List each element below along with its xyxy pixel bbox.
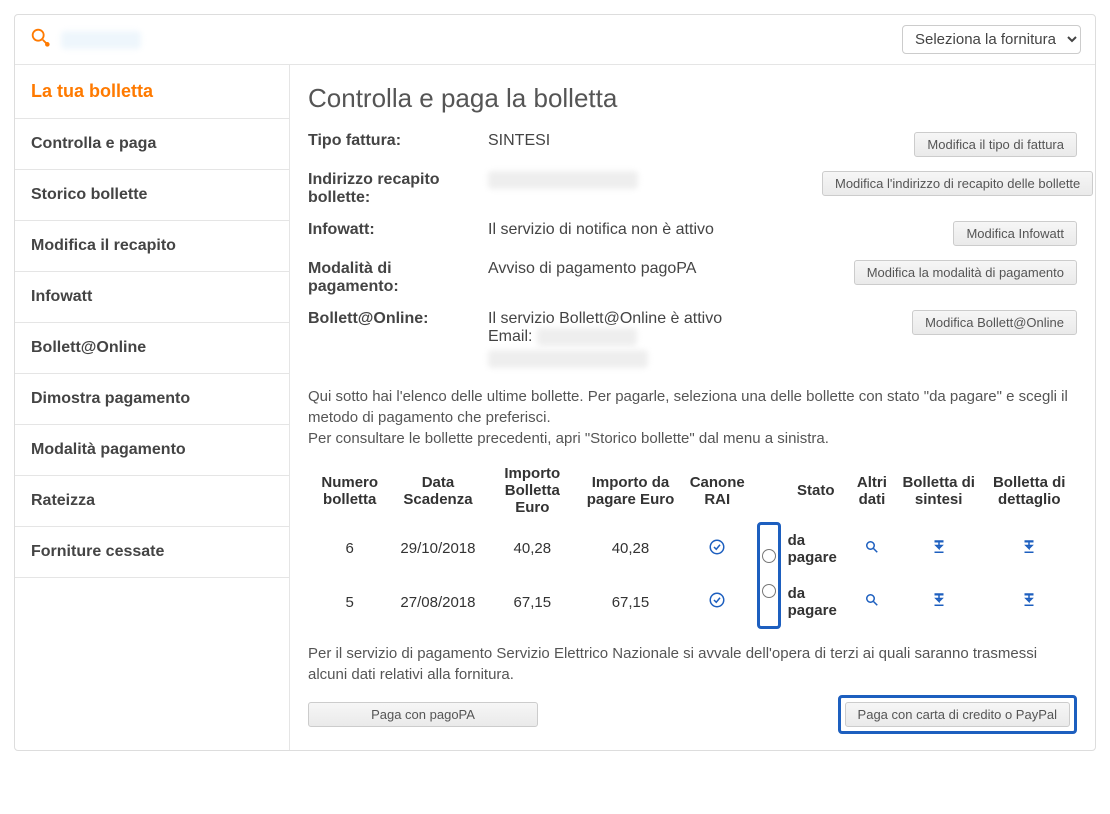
pay-card-highlight: Paga con carta di credito o PayPal [838,695,1077,734]
th-altri: Altri dati [848,459,896,522]
table-row: 6 29/10/2018 40,28 40,28 da pagare [308,522,1077,576]
download-summary-icon[interactable] [896,522,982,576]
main-content: Controlla e paga la bolletta Tipo fattur… [290,64,1095,750]
details-icon[interactable] [848,522,896,576]
th-numero: Numero bolletta [308,459,391,522]
label-modalita: Modalità di pagamento: [308,260,478,296]
cell-importo: 40,28 [485,522,581,576]
value-bollett-online: Il servizio Bollett@Online è attivo Emai… [488,310,812,368]
th-scadenza: Data Scadenza [391,459,484,522]
supply-select[interactable]: Seleziona la fornitura [902,25,1081,54]
value-infowatt: Il servizio di notifica non è attivo [488,221,812,239]
th-stato: Stato [784,459,848,522]
cell-da-pagare: 40,28 [580,522,681,576]
sidebar: La tua bolletta Controlla e paga Storico… [15,64,290,750]
sidebar-item-infowatt[interactable]: Infowatt [15,272,289,323]
sidebar-item-bollett-online[interactable]: Bollett@Online [15,323,289,374]
cell-scadenza: 27/08/2018 [391,576,484,630]
sidebar-item-modalita-pagamento[interactable]: Modalità pagamento [15,425,289,476]
label-infowatt: Infowatt: [308,221,478,239]
select-bill-radio[interactable] [762,549,776,563]
th-rai: Canone RAI [681,459,754,522]
sidebar-item-rateizza[interactable]: Rateizza [15,476,289,527]
cell-stato: da pagare [784,522,848,576]
label-tipo-fattura: Tipo fattura: [308,132,478,150]
download-summary-icon[interactable] [896,576,982,630]
page-title: Controlla e paga la bolletta [308,83,1077,114]
footer-note: Per il servizio di pagamento Servizio El… [308,643,1077,685]
sidebar-item-la-tua-bolletta[interactable]: La tua bolletta [15,65,289,119]
sidebar-item-forniture-cessate[interactable]: Forniture cessate [15,527,289,578]
sidebar-item-storico-bollette[interactable]: Storico bollette [15,170,289,221]
label-bollett-online: Bollett@Online: [308,310,478,328]
status-select-column-highlight [757,522,781,629]
download-detail-icon[interactable] [981,522,1077,576]
th-importo: Importo Bolletta Euro [485,459,581,522]
instructions-text: Qui sotto hai l'elenco delle ultime boll… [308,386,1077,449]
select-bill-radio[interactable] [762,584,776,598]
value-modalita: Avviso di pagamento pagoPA [488,260,812,278]
redacted-text [61,31,141,49]
sidebar-item-dimostra-pagamento[interactable]: Dimostra pagamento [15,374,289,425]
cell-stato: da pagare [784,576,848,630]
modify-invoice-type-button[interactable]: Modifica il tipo di fattura [914,132,1077,157]
value-tipo-fattura: SINTESI [488,132,812,150]
modify-address-button[interactable]: Modifica l'indirizzo di recapito delle b… [822,171,1093,196]
label-indirizzo: Indirizzo recapito bollette: [308,171,478,207]
rai-check-icon [681,522,754,576]
cell-numero: 6 [308,522,391,576]
download-detail-icon[interactable] [981,576,1077,630]
cell-importo: 67,15 [485,576,581,630]
details-icon[interactable] [848,576,896,630]
pay-pagopa-button[interactable]: Paga con pagoPA [308,702,538,727]
sidebar-item-controlla-e-paga[interactable]: Controlla e paga [15,119,289,170]
rai-check-icon [681,576,754,630]
search-key-icon [29,26,51,54]
value-indirizzo [488,171,812,189]
th-da-pagare: Importo da pagare Euro [580,459,681,522]
th-sintesi: Bolletta di sintesi [896,459,982,522]
pay-card-paypal-button[interactable]: Paga con carta di credito o PayPal [845,702,1070,727]
cell-scadenza: 29/10/2018 [391,522,484,576]
modify-payment-method-button[interactable]: Modifica la modalità di pagamento [854,260,1077,285]
modify-bollett-online-button[interactable]: Modifica Bollett@Online [912,310,1077,335]
th-dettaglio: Bolletta di dettaglio [981,459,1077,522]
table-row: 5 27/08/2018 67,15 67,15 da pagare [308,576,1077,630]
cell-numero: 5 [308,576,391,630]
cell-da-pagare: 67,15 [580,576,681,630]
sidebar-item-modifica-recapito[interactable]: Modifica il recapito [15,221,289,272]
bills-table: Numero bolletta Data Scadenza Importo Bo… [308,459,1077,629]
modify-infowatt-button[interactable]: Modifica Infowatt [953,221,1077,246]
topbar: Seleziona la fornitura [15,15,1095,64]
